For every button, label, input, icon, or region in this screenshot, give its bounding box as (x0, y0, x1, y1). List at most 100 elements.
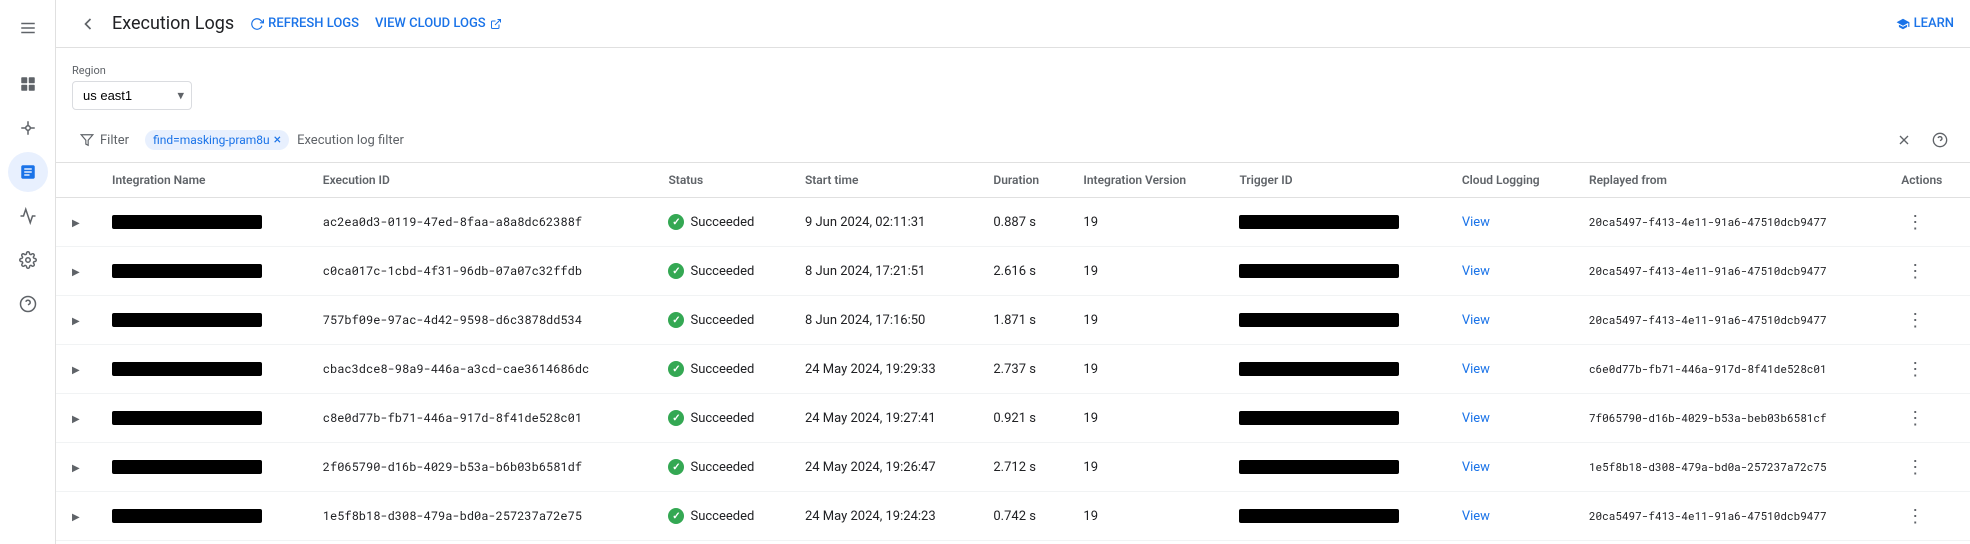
start-time: 9 Jun 2024, 02:11:31 (805, 215, 925, 230)
region-select-wrapper: us east1 us-central1 us-west1 europe-wes… (72, 81, 192, 110)
filter-chip[interactable]: find=masking-pram8u × (145, 130, 289, 150)
integration-name-redacted (112, 215, 262, 229)
execution-id: c8e0d77b-fb71-446a-917d-8f41de528c01 (323, 410, 582, 426)
col-execution-id: Execution ID (307, 163, 653, 198)
status-cell: Succeeded (668, 312, 772, 328)
col-start-time: Start time (789, 163, 977, 198)
filter-clear-button[interactable] (1890, 126, 1918, 154)
col-duration: Duration (977, 163, 1067, 198)
cloud-logging-view-link[interactable]: View (1462, 362, 1490, 377)
sidebar-icon-monitor[interactable] (8, 196, 48, 236)
trigger-id-redacted (1239, 411, 1399, 425)
row-actions-button[interactable]: ⋮ (1901, 306, 1929, 334)
refresh-logs-button[interactable]: REFRESH LOGS (250, 16, 359, 31)
integration-version: 19 (1083, 264, 1098, 279)
col-status: Status (652, 163, 788, 198)
row-expand-button[interactable]: ▶ (72, 316, 80, 327)
execution-id: 757bf09e-97ac-4d42-9598-d6c3878dd534 (323, 312, 582, 328)
filter-chip-close[interactable]: × (274, 133, 281, 147)
status-text: Succeeded (690, 509, 754, 524)
row-expand-button[interactable]: ▶ (72, 218, 80, 229)
filter-button[interactable]: Filter (72, 129, 137, 152)
start-time: 24 May 2024, 19:24:23 (805, 509, 936, 524)
duration: 1.871 s (993, 313, 1036, 328)
trigger-id-redacted (1239, 264, 1399, 278)
learn-button[interactable]: LEARN (1896, 16, 1954, 31)
replayed-from: 20ca5497-f413-4e11-91a6-47510dcb9477 (1589, 508, 1827, 523)
start-time: 8 Jun 2024, 17:21:51 (805, 264, 925, 279)
duration: 0.921 s (993, 411, 1036, 426)
sidebar-icon-integrations[interactable] (8, 64, 48, 104)
cloud-logging-view-link[interactable]: View (1462, 313, 1490, 328)
status-icon (668, 312, 684, 328)
page-header: Execution Logs REFRESH LOGS VIEW CLOUD L… (56, 0, 1970, 48)
row-expand-button[interactable]: ▶ (72, 512, 80, 523)
status-cell: Succeeded (668, 361, 772, 377)
status-text: Succeeded (690, 215, 754, 230)
view-cloud-logs-button[interactable]: VIEW CLOUD LOGS (375, 16, 502, 31)
col-integration-name: Integration Name (96, 163, 307, 198)
start-time: 24 May 2024, 19:26:47 (805, 460, 936, 475)
table-row: ▶1e5f8b18-d308-479a-bd0a-257237a72e75Suc… (56, 492, 1970, 541)
status-icon (668, 361, 684, 377)
row-actions-button[interactable]: ⋮ (1901, 208, 1929, 236)
header-actions: REFRESH LOGS VIEW CLOUD LOGS (250, 16, 502, 31)
sidebar-icon-settings[interactable] (8, 240, 48, 280)
sidebar-icon-connectors[interactable] (8, 108, 48, 148)
cloud-logging-view-link[interactable]: View (1462, 215, 1490, 230)
filter-help-button[interactable] (1926, 126, 1954, 154)
replayed-from: 1e5f8b18-d308-479a-bd0a-257237a72c75 (1589, 459, 1827, 474)
status-icon (668, 410, 684, 426)
row-actions-button[interactable]: ⋮ (1901, 404, 1929, 432)
row-expand-button[interactable]: ▶ (72, 365, 80, 376)
integration-version: 19 (1083, 411, 1098, 426)
row-expand-button[interactable]: ▶ (72, 463, 80, 474)
region-select[interactable]: us east1 us-central1 us-west1 europe-wes… (72, 81, 192, 110)
executions-table-wrap: Integration Name Execution ID Status Sta… (56, 163, 1970, 544)
row-expand-button[interactable]: ▶ (72, 414, 80, 425)
status-icon (668, 508, 684, 524)
filter-chip-label: find=masking-pram8u (153, 133, 270, 147)
status-icon (668, 459, 684, 475)
filter-bar-actions (1890, 126, 1954, 154)
sidebar-icon-help[interactable] (8, 284, 48, 324)
status-cell: Succeeded (668, 263, 772, 279)
executions-table: Integration Name Execution ID Status Sta… (56, 163, 1970, 544)
trigger-id-redacted (1239, 460, 1399, 474)
table-row: ▶2f065790-d16b-4029-b53a-b6b03b6581dfSuc… (56, 443, 1970, 492)
row-actions-button[interactable]: ⋮ (1901, 257, 1929, 285)
status-text: Succeeded (690, 411, 754, 426)
col-integration-version: Integration Version (1067, 163, 1223, 198)
status-text: Succeeded (690, 264, 754, 279)
status-text: Succeeded (690, 313, 754, 328)
table-header-row: Integration Name Execution ID Status Sta… (56, 163, 1970, 198)
execution-id: cbac3dce8-98a9-446a-a3cd-cae3614686dc (323, 361, 589, 377)
table-row: ▶ 757bf09e-97ac-4d42-9598-d6c3878dd534 Suc… (56, 296, 1970, 345)
row-actions-button[interactable]: ⋮ (1901, 453, 1929, 481)
back-button[interactable] (72, 8, 104, 40)
cloud-logging-view-link[interactable]: View (1462, 264, 1490, 279)
integration-version: 19 (1083, 313, 1098, 328)
start-time: 8 Jun 2024, 17:16:50 (805, 313, 925, 328)
replayed-from: 20ca5497-f413-4e11-91a6-47510dcb9477 (1589, 214, 1827, 229)
cloud-logging-view-link[interactable]: View (1462, 411, 1490, 426)
duration: 2.737 s (993, 362, 1036, 377)
row-actions-button[interactable]: ⋮ (1901, 502, 1929, 530)
table-row: ▶20ca5497-f413-4e11-91a6-47510bdcb9477Su… (56, 541, 1970, 544)
row-expand-button[interactable]: ▶ (72, 267, 80, 278)
row-actions-button[interactable]: ⋮ (1901, 355, 1929, 383)
integration-name-redacted (112, 509, 262, 523)
cloud-logging-view-link[interactable]: View (1462, 460, 1490, 475)
table-row: ▶ac2ea0d3-0119-47ed-8faa-a8a8dc62388fSuc… (56, 198, 1970, 247)
content-body: Region us east1 us-central1 us-west1 eur… (56, 48, 1970, 544)
region-section: Region us east1 us-central1 us-west1 eur… (56, 48, 1970, 118)
cloud-logging-view-link[interactable]: View (1462, 509, 1490, 524)
trigger-id-redacted (1239, 362, 1399, 376)
sidebar-icon-active[interactable] (8, 152, 48, 192)
table-row: ▶ c8e0d77b-fb71-446a-917d-8f41de528c01 Suc… (56, 394, 1970, 443)
status-text: Succeeded (690, 460, 754, 475)
status-cell: Succeeded (668, 410, 772, 426)
menu-icon[interactable] (8, 8, 48, 48)
sidebar (0, 0, 56, 544)
integration-version: 19 (1083, 460, 1098, 475)
